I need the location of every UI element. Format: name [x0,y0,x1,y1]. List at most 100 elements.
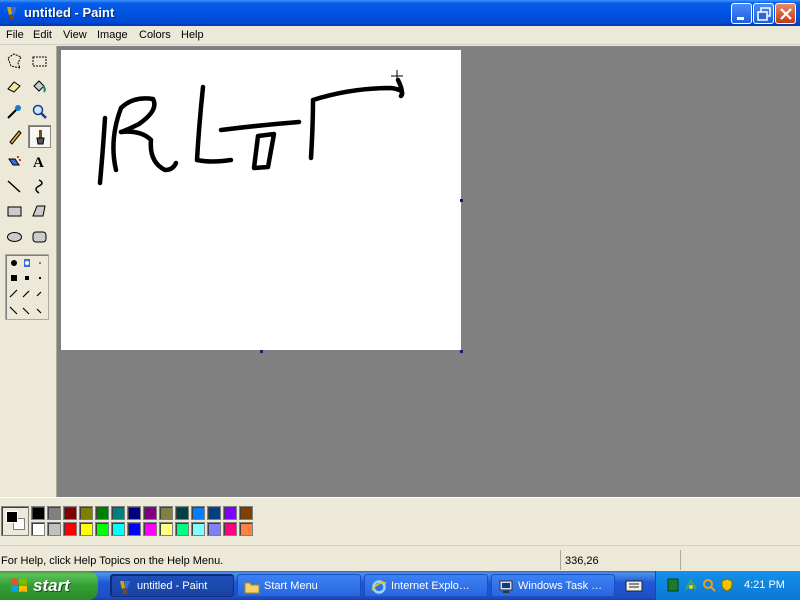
tool-fill[interactable] [28,75,51,98]
brush-icon [36,130,45,145]
menu-file[interactable]: File [6,29,24,41]
pick-color-icon [7,105,21,119]
status-divider [680,550,681,570]
start-button[interactable]: start [0,571,98,600]
task-manager-icon [499,580,513,593]
status-divider [560,550,561,570]
task-start-menu-label: Start Menu [264,580,318,592]
ellipse-icon [7,232,22,242]
pencil-icon [9,130,22,145]
palette-swatch[interactable] [175,506,189,520]
airbrush-icon [8,156,21,166]
palette-swatch[interactable] [31,522,45,536]
tool-text[interactable]: A [28,150,51,173]
task-windows-task-manager[interactable]: Windows Task … [491,574,615,597]
drawing-canvas[interactable] [61,50,461,350]
palette-swatch[interactable] [127,506,141,520]
tool-pick-color[interactable] [3,100,26,123]
language-bar-button[interactable] [621,574,647,597]
tool-rectangle[interactable] [3,200,26,223]
windows-logo-icon [11,578,27,592]
tool-airbrush[interactable] [3,150,26,173]
resize-handle-bottom[interactable] [260,350,263,353]
tool-line[interactable] [3,175,26,198]
select-icon [32,56,47,67]
menu-help[interactable]: Help [181,29,204,41]
resize-handle-corner[interactable] [460,350,463,353]
palette-swatch[interactable] [63,506,77,520]
search-icon[interactable] [702,578,716,592]
palette-swatch[interactable] [143,522,157,536]
palette-swatch[interactable] [31,506,45,520]
tool-ellipse[interactable] [3,225,26,248]
palette-swatch[interactable] [79,506,93,520]
palette-swatch[interactable] [223,522,237,536]
tool-eraser[interactable] [3,75,26,98]
close-icon [780,8,792,20]
svg-text:A: A [33,155,44,170]
magnifier-icon [32,104,47,119]
palette-swatch[interactable] [95,522,109,536]
palette-swatch[interactable] [47,506,61,520]
tool-rounded-rectangle[interactable] [28,225,51,248]
palette-swatch[interactable] [143,506,157,520]
menu-colors[interactable]: Colors [139,29,171,41]
foreground-color [6,511,18,523]
palette-swatch[interactable] [111,522,125,536]
tool-magnifier[interactable] [28,100,51,123]
minimize-button[interactable] [731,3,752,24]
palette-swatch[interactable] [127,522,141,536]
palette-swatch[interactable] [47,522,61,536]
status-help-text: For Help, click Help Topics on the Help … [1,555,224,567]
network-icon[interactable] [684,578,698,592]
palette-swatch[interactable] [175,522,189,536]
tray-app-icon[interactable] [666,578,680,592]
palette-swatch[interactable] [159,506,173,520]
paint-icon [120,581,130,594]
menu-edit[interactable]: Edit [33,29,52,41]
taskbar: start untitled - Paint Start Menu Intern… [0,571,800,600]
task-internet-explorer[interactable]: Internet Explo… [364,574,488,597]
current-colors[interactable] [1,506,29,536]
security-shield-icon[interactable] [720,578,734,592]
tool-brush[interactable] [28,125,51,148]
palette-swatch[interactable] [223,506,237,520]
tool-curve[interactable] [28,175,51,198]
minimize-icon [737,17,744,20]
menu-view[interactable]: View [63,29,87,41]
task-paint[interactable]: untitled - Paint [110,574,234,597]
task-paint-label: untitled - Paint [137,580,208,592]
tool-pencil[interactable] [3,125,26,148]
tool-free-form-select[interactable] [3,50,26,73]
task-start-menu[interactable]: Start Menu [237,574,361,597]
restore-button[interactable] [753,3,774,24]
palette-swatch[interactable] [207,506,221,520]
line-icon [7,180,21,193]
fill-icon [33,80,46,93]
curve-icon [35,179,43,194]
palette-swatch[interactable] [79,522,93,536]
palette-swatch[interactable] [63,522,77,536]
menu-image[interactable]: Image [97,29,128,41]
window-title: untitled - Paint [24,5,115,20]
title-bar[interactable]: untitled - Paint [0,0,800,26]
palette-swatch[interactable] [111,506,125,520]
workspace[interactable] [57,46,800,497]
toolbox: A [0,46,57,497]
palette-swatch[interactable] [191,506,205,520]
task-windows-task-manager-label: Windows Task … [518,580,603,592]
resize-handle-right[interactable] [460,199,463,202]
palette-swatch[interactable] [239,506,253,520]
palette-swatch[interactable] [191,522,205,536]
status-bar: For Help, click Help Topics on the Help … [0,545,800,571]
palette-swatch[interactable] [207,522,221,536]
brush-shape-options[interactable] [5,254,49,320]
palette-swatch[interactable] [95,506,109,520]
tool-polygon[interactable] [28,200,51,223]
palette-swatch[interactable] [159,522,173,536]
menu-bar: File Edit View Image Colors Help [0,26,800,45]
close-button[interactable] [775,3,796,24]
rectangle-icon [7,206,22,217]
tool-select[interactable] [28,50,51,73]
palette-swatch[interactable] [239,522,253,536]
